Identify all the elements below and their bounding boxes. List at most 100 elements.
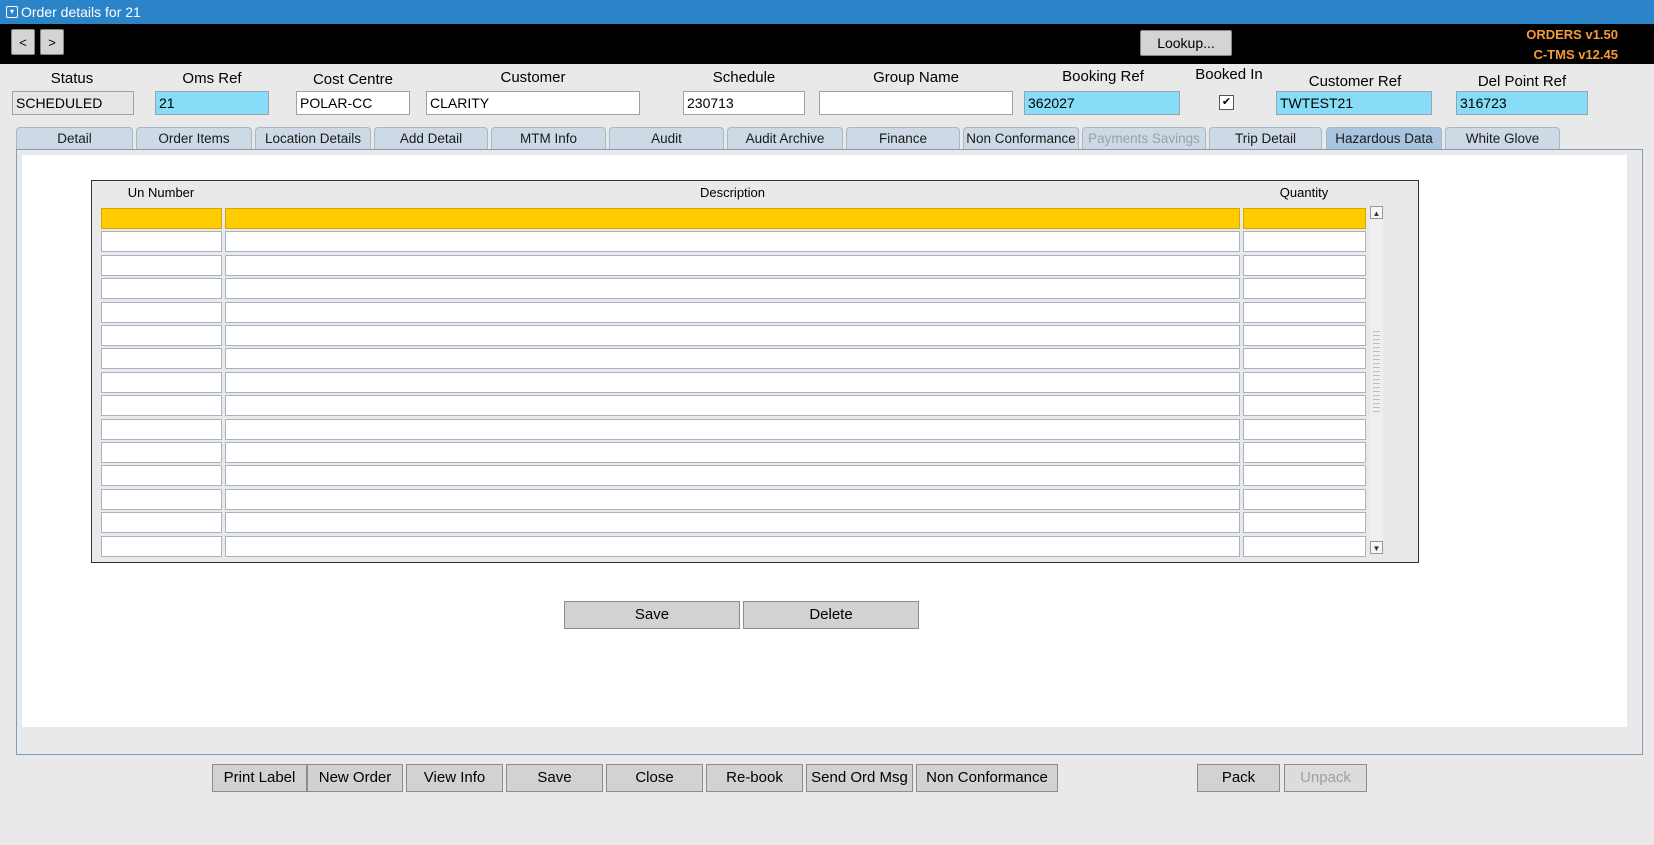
- un-number-cell[interactable]: [101, 255, 222, 276]
- customer-ref-field[interactable]: [1276, 91, 1432, 115]
- booking-ref-field[interactable]: [1024, 91, 1180, 115]
- tab-mtm-info[interactable]: MTM Info: [491, 127, 606, 149]
- tab-order-items[interactable]: Order Items: [136, 127, 252, 149]
- un-number-cell[interactable]: [101, 419, 222, 440]
- description-cell[interactable]: [225, 255, 1240, 276]
- un-number-cell[interactable]: [101, 536, 222, 557]
- quantity-cell[interactable]: [1243, 302, 1366, 323]
- quantity-cell[interactable]: [1243, 278, 1366, 299]
- un-number-cell[interactable]: [101, 489, 222, 510]
- description-cell[interactable]: [225, 489, 1240, 510]
- un-number-cell[interactable]: [101, 512, 222, 533]
- quantity-cell[interactable]: [1243, 442, 1366, 463]
- quantity-cell[interactable]: [1243, 208, 1366, 229]
- close-button[interactable]: Close: [606, 764, 703, 792]
- schedule-label: Schedule: [712, 69, 776, 86]
- tab-non-conformance[interactable]: Non Conformance: [963, 127, 1079, 149]
- description-cell[interactable]: [225, 419, 1240, 440]
- quantity-cell[interactable]: [1243, 465, 1366, 486]
- customer-ref-label: Customer Ref: [1308, 73, 1402, 90]
- quantity-cell[interactable]: [1243, 325, 1366, 346]
- scroll-down-arrow-icon[interactable]: ▼: [1370, 541, 1383, 554]
- quantity-cell[interactable]: [1243, 489, 1366, 510]
- previous-record-button[interactable]: <: [11, 29, 35, 55]
- quantity-cell[interactable]: [1243, 512, 1366, 533]
- un-number-cell[interactable]: [101, 325, 222, 346]
- tab-location-details[interactable]: Location Details: [255, 127, 371, 149]
- new-order-button[interactable]: New Order: [307, 764, 403, 792]
- quantity-cell[interactable]: [1243, 536, 1366, 557]
- customer-field[interactable]: [426, 91, 640, 115]
- quantity-cell[interactable]: [1243, 348, 1366, 369]
- description-cell[interactable]: [225, 465, 1240, 486]
- un-number-cell[interactable]: [101, 231, 222, 252]
- un-number-cell[interactable]: [101, 302, 222, 323]
- scroll-up-arrow-icon[interactable]: ▲: [1370, 206, 1383, 219]
- next-record-button[interactable]: >: [40, 29, 64, 55]
- app-icon: ▾: [6, 6, 18, 18]
- non-conformance-button[interactable]: Non Conformance: [916, 764, 1058, 792]
- tab-white-glove[interactable]: White Glove: [1445, 127, 1560, 149]
- customer-label: Customer: [500, 69, 566, 86]
- description-cell[interactable]: [225, 512, 1240, 533]
- description-cell[interactable]: [225, 278, 1240, 299]
- tab-trip-detail[interactable]: Trip Detail: [1209, 127, 1322, 149]
- cost-centre-label: Cost Centre: [312, 71, 394, 88]
- tab-add-detail[interactable]: Add Detail: [374, 127, 488, 149]
- status-label: Status: [50, 70, 94, 87]
- window-title: Order details for 21: [21, 4, 141, 20]
- rebook-button[interactable]: Re-book: [706, 764, 803, 792]
- title-bar: ▾ Order details for 21: [0, 0, 1654, 24]
- un-number-cell[interactable]: [101, 465, 222, 486]
- scroll-thumb-grip[interactable]: [1373, 328, 1380, 412]
- un-number-cell[interactable]: [101, 278, 222, 299]
- quantity-cell[interactable]: [1243, 255, 1366, 276]
- lookup-button[interactable]: Lookup...: [1140, 30, 1232, 56]
- grid-save-button[interactable]: Save: [564, 601, 740, 629]
- description-cell[interactable]: [225, 208, 1240, 229]
- un-number-cell[interactable]: [101, 208, 222, 229]
- un-number-cell[interactable]: [101, 395, 222, 416]
- un-number-cell[interactable]: [101, 348, 222, 369]
- del-point-ref-label: Del Point Ref: [1477, 73, 1567, 90]
- tab-finance[interactable]: Finance: [846, 127, 960, 149]
- save-button[interactable]: Save: [506, 764, 603, 792]
- description-cell[interactable]: [225, 302, 1240, 323]
- booked-in-checkbox[interactable]: ✔: [1219, 95, 1234, 110]
- description-cell[interactable]: [225, 536, 1240, 557]
- tab-detail[interactable]: Detail: [16, 127, 133, 149]
- description-cell[interactable]: [225, 395, 1240, 416]
- print-label-button[interactable]: Print Label: [212, 764, 307, 792]
- grid-delete-button[interactable]: Delete: [743, 601, 919, 629]
- quantity-column-header: Quantity: [1279, 185, 1329, 200]
- unpack-button: Unpack: [1284, 764, 1367, 792]
- schedule-field[interactable]: [683, 91, 805, 115]
- status-field[interactable]: [12, 91, 134, 115]
- un-number-cell[interactable]: [101, 372, 222, 393]
- tab-audit-archive[interactable]: Audit Archive: [727, 127, 843, 149]
- oms-ref-field[interactable]: [155, 91, 269, 115]
- cost-centre-field[interactable]: [296, 91, 410, 115]
- group-name-field[interactable]: [819, 91, 1013, 115]
- description-cell[interactable]: [225, 231, 1240, 252]
- pack-button[interactable]: Pack: [1197, 764, 1280, 792]
- description-cell[interactable]: [225, 348, 1240, 369]
- booking-ref-label: Booking Ref: [1062, 68, 1144, 85]
- quantity-cell[interactable]: [1243, 372, 1366, 393]
- un-number-cell[interactable]: [101, 442, 222, 463]
- tab-payments-savings: Payments Savings: [1082, 127, 1206, 149]
- group-name-label: Group Name: [873, 69, 959, 86]
- booked-in-label: Booked In: [1195, 66, 1263, 83]
- tab-audit[interactable]: Audit: [609, 127, 724, 149]
- tab-hazardous-data[interactable]: Hazardous Data: [1326, 127, 1442, 149]
- description-cell[interactable]: [225, 442, 1240, 463]
- quantity-cell[interactable]: [1243, 395, 1366, 416]
- send-ord-msg-button[interactable]: Send Ord Msg: [806, 764, 913, 792]
- description-cell[interactable]: [225, 325, 1240, 346]
- del-point-ref-field[interactable]: [1456, 91, 1588, 115]
- quantity-cell[interactable]: [1243, 419, 1366, 440]
- description-cell[interactable]: [225, 372, 1240, 393]
- quantity-cell[interactable]: [1243, 231, 1366, 252]
- un-number-column-header: Un Number: [127, 185, 195, 200]
- view-info-button[interactable]: View Info: [406, 764, 503, 792]
